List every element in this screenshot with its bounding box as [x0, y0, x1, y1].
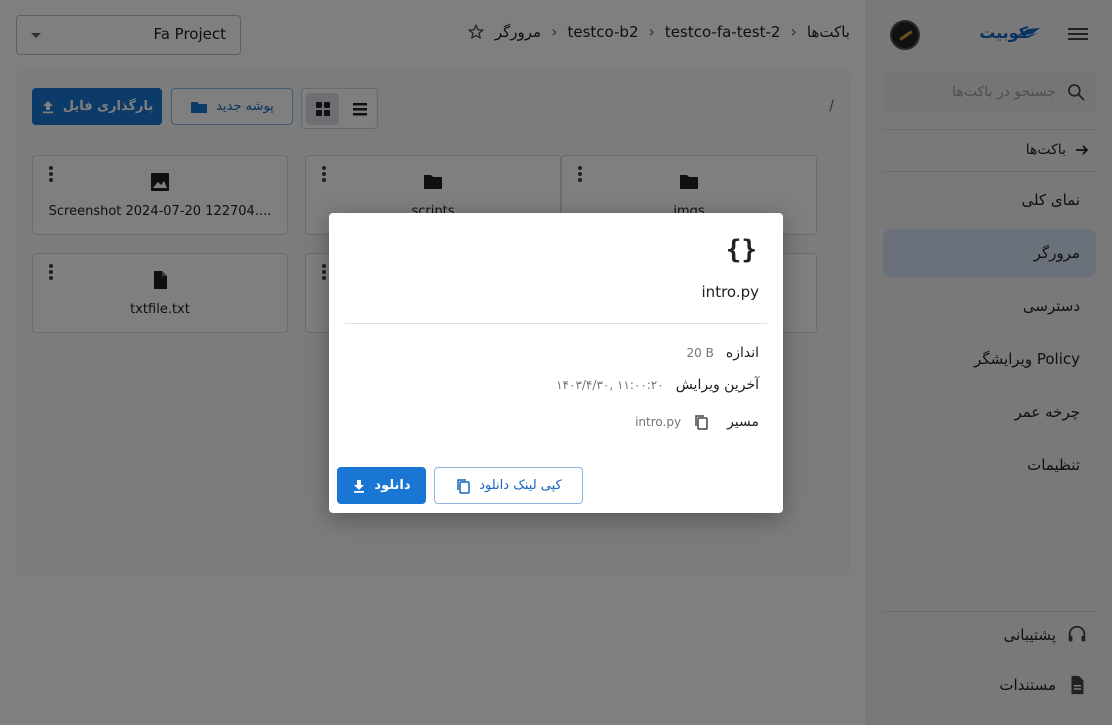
code-file-icon: {}	[725, 235, 757, 265]
size-row: اندازه 20 B	[687, 345, 759, 361]
modified-value: ۱۴۰۳/۴/۳۰, ۱۱:۰۰:۲۰	[556, 378, 664, 392]
path-row: مسیر intro.py	[635, 414, 759, 430]
file-details-dialog: {} intro.py اندازه 20 B آخرین ویرایش ۱۴۰…	[329, 213, 783, 513]
download-label: دانلود	[374, 478, 411, 493]
copy-download-link-button[interactable]: کپی لینک دانلود	[434, 467, 583, 504]
divider	[345, 323, 767, 324]
path-label: مسیر	[727, 414, 759, 430]
modified-label: آخرین ویرایش	[675, 377, 759, 393]
download-icon	[354, 479, 365, 493]
size-label: اندازه	[725, 345, 759, 361]
download-button[interactable]: دانلود	[337, 467, 426, 504]
copy-icon[interactable]	[693, 414, 709, 430]
path-value: intro.py	[635, 415, 682, 429]
size-value: 20 B	[686, 346, 714, 360]
copy-link-label: کپی لینک دانلود	[479, 478, 562, 493]
dialog-title: intro.py	[701, 283, 759, 301]
copy-icon	[457, 478, 470, 494]
modified-row: آخرین ویرایش ۱۴۰۳/۴/۳۰, ۱۱:۰۰:۲۰	[556, 377, 759, 393]
